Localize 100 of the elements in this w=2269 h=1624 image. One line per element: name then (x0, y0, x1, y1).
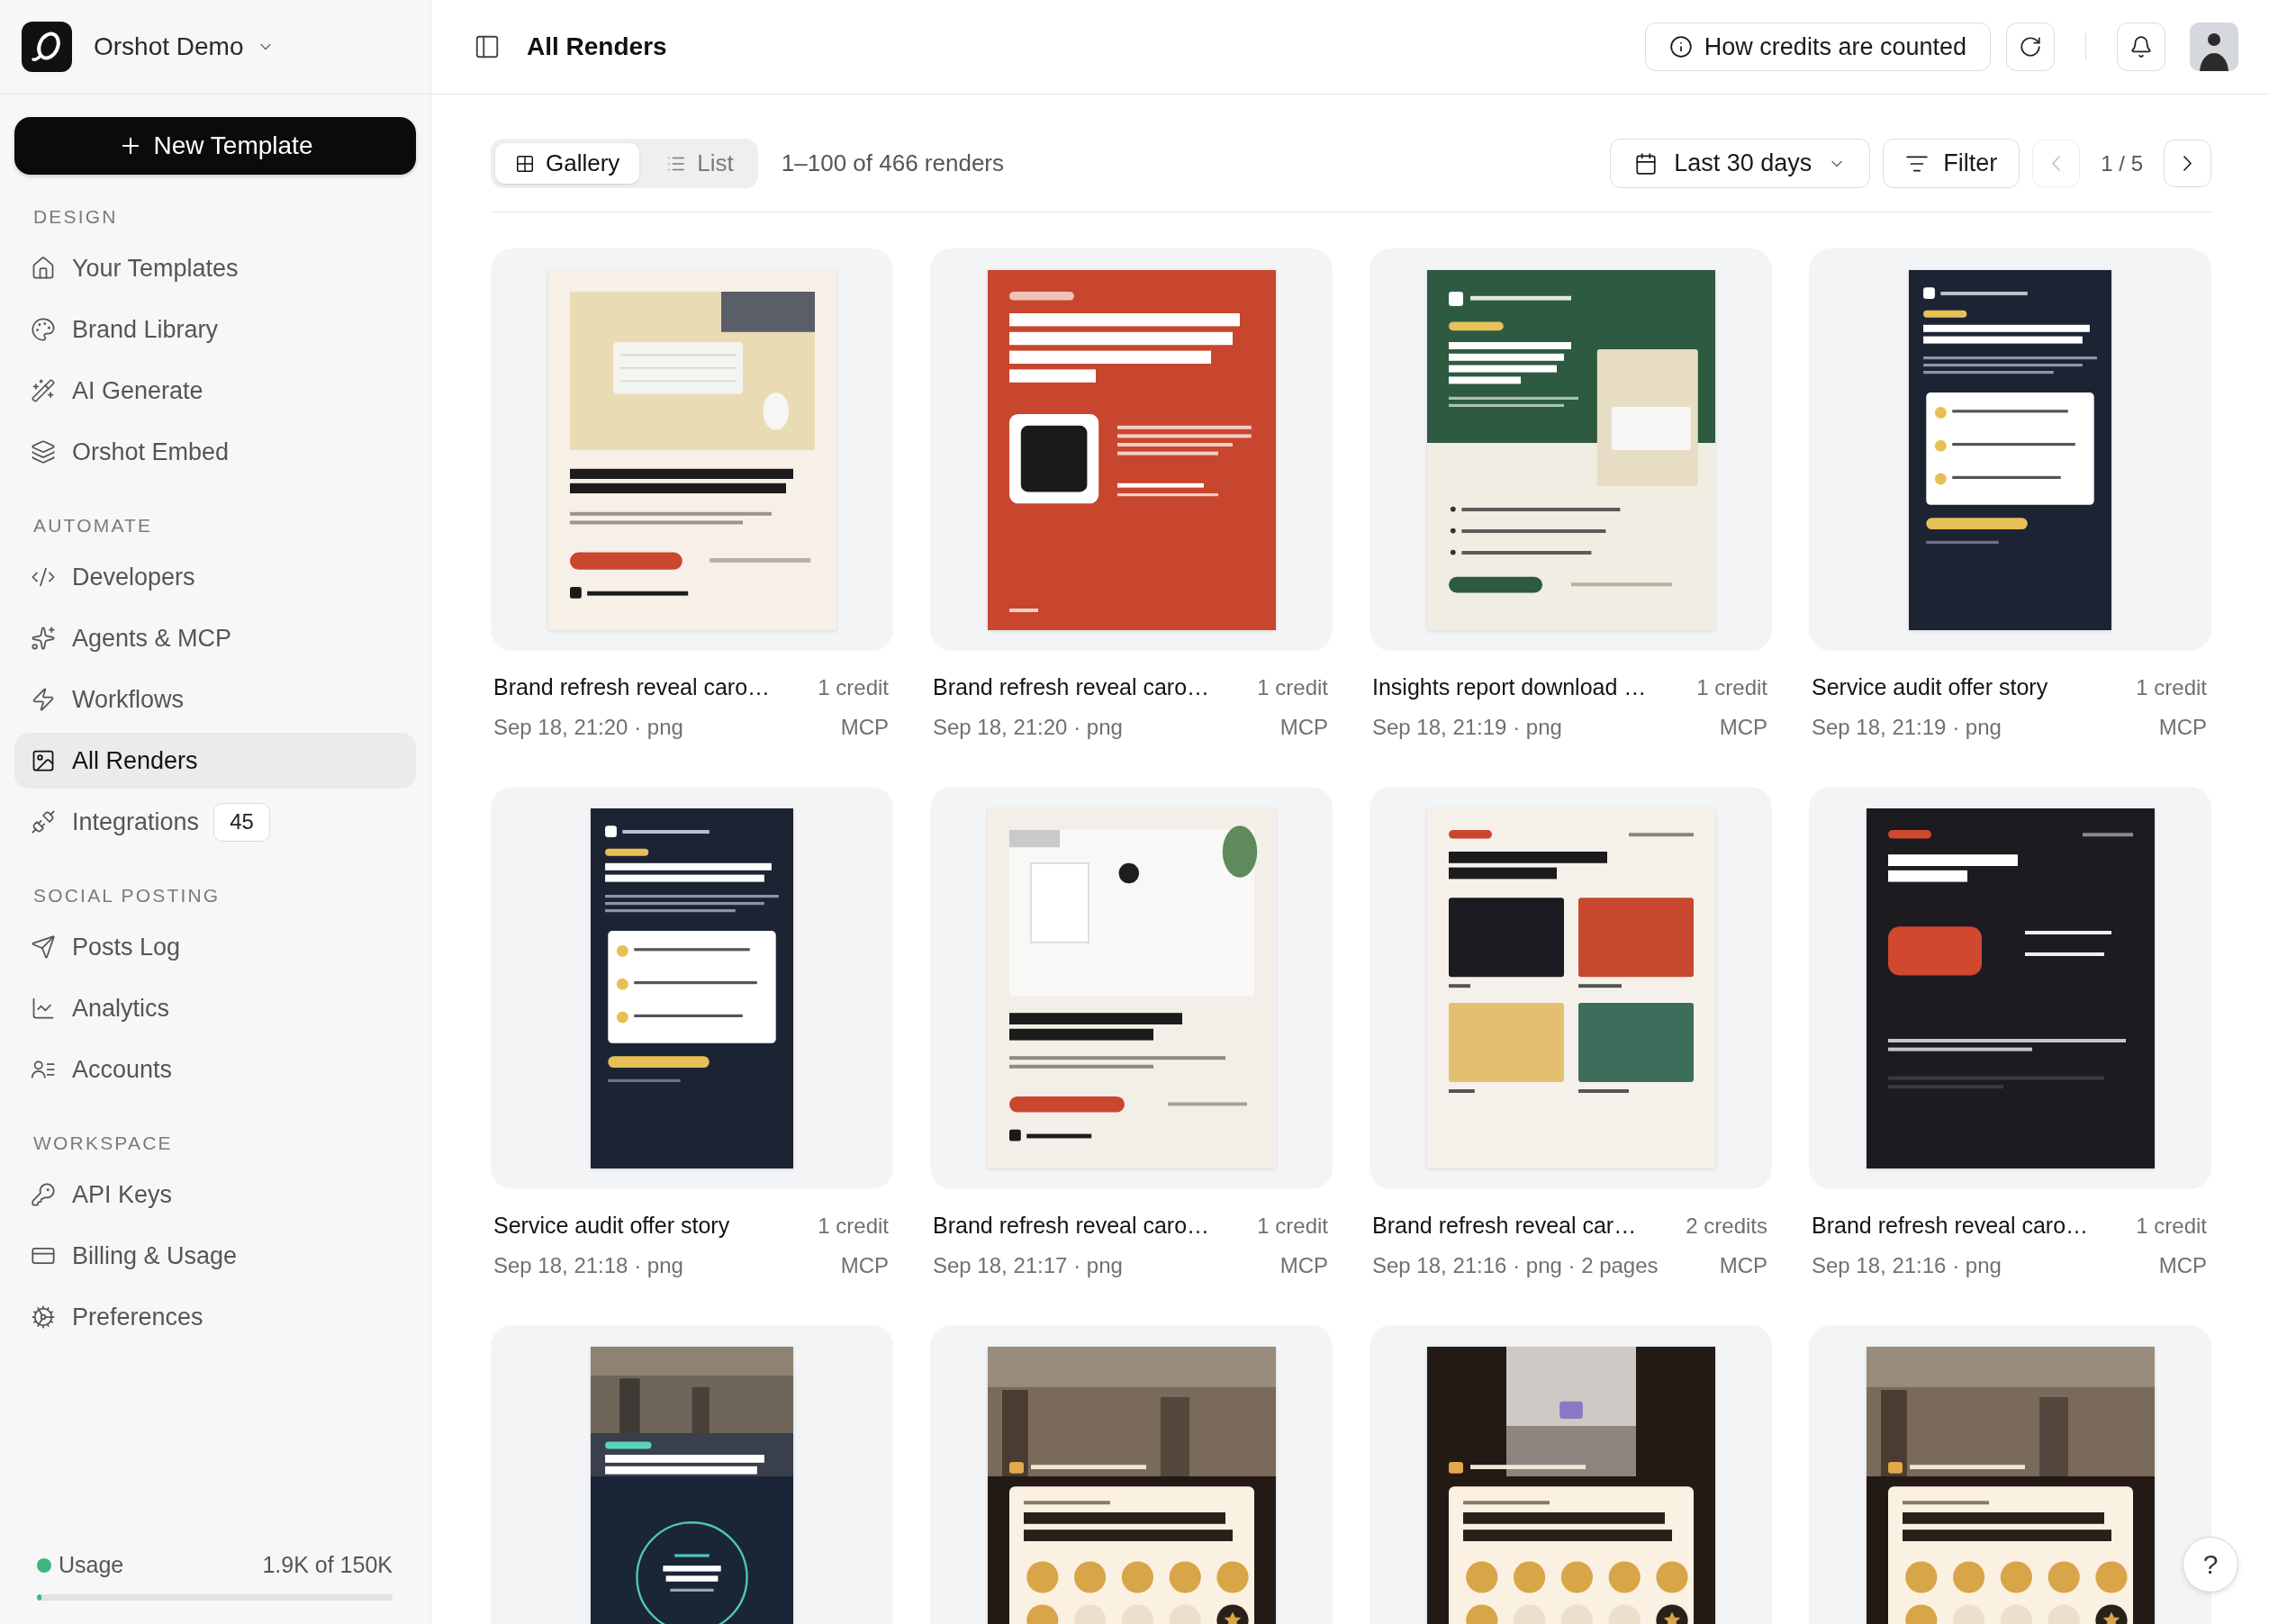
render-tile[interactable] (1370, 787, 1772, 1189)
render-tile[interactable] (1370, 248, 1772, 651)
nav-item[interactable]: Preferences (14, 1289, 416, 1345)
sparkle-icon (31, 626, 56, 651)
render-tile[interactable] (1809, 248, 2211, 651)
nav-item[interactable]: Brand Library (14, 302, 416, 357)
chevron-right-icon (2183, 156, 2192, 171)
nav-item[interactable]: AI Generate (14, 363, 416, 419)
credit-count: 1 credit (2136, 674, 2207, 701)
page-title: All Renders (527, 32, 667, 61)
render-tile[interactable] (491, 787, 893, 1189)
image-icon (31, 748, 56, 773)
render-meta: Sep 18, 21:20 · png (933, 714, 1123, 741)
render-tile[interactable] (930, 1325, 1333, 1624)
render-tile[interactable] (491, 248, 893, 651)
section-heading: WORKSPACE (32, 1132, 174, 1155)
nav-item[interactable]: Your Templates (14, 240, 416, 296)
plug-icon (31, 809, 56, 835)
section-heading: AUTOMATE (32, 514, 154, 537)
nav-item[interactable]: Posts Log (14, 919, 416, 975)
render-meta: Sep 18, 21:20 · png (493, 714, 683, 741)
render-source: MCP (2158, 1252, 2207, 1279)
view-tab[interactable]: List (646, 143, 754, 184)
status-dot-icon (37, 1557, 51, 1573)
render-title: Insights report download … (1372, 673, 1647, 701)
render-title: Brand refresh reveal caro… (493, 673, 771, 701)
sidebar-panel-icon (474, 33, 501, 60)
render-title: Brand refresh reveal car… (1372, 1212, 1637, 1240)
send-icon (31, 934, 56, 960)
palette-icon (31, 317, 56, 342)
chevron-left-icon (2052, 156, 2061, 171)
bell-icon (2129, 35, 2153, 59)
render-count: 1–100 of 466 renders (781, 149, 1005, 177)
render-title: Brand refresh reveal caro… (1812, 1212, 2089, 1240)
render-meta: Sep 18, 21:19 · png (1372, 714, 1562, 741)
refresh-button[interactable] (2006, 23, 2055, 71)
view-tab[interactable]: Gallery (495, 143, 640, 184)
section-heading: SOCIAL POSTING (32, 884, 221, 907)
render-title: Brand refresh reveal caro… (933, 673, 1210, 701)
usage-label: Usage (59, 1552, 124, 1578)
filter-button[interactable]: Filter (1883, 139, 2020, 188)
render-tile[interactable] (1370, 1325, 1772, 1624)
render-meta: Sep 18, 21:18 · png (493, 1252, 683, 1279)
nav-item[interactable]: Workflows (14, 672, 416, 727)
workspace-switcher[interactable]: Orshot Demo (94, 32, 275, 61)
credit-count: 1 credit (818, 1213, 889, 1240)
render-source: MCP (840, 1252, 889, 1279)
render-tile[interactable] (491, 1325, 893, 1624)
page-indicator: 1 / 5 (2101, 150, 2143, 176)
grid-icon (515, 153, 535, 174)
render-source: MCP (1719, 714, 1767, 741)
info-icon (1668, 35, 1693, 59)
logo-icon (22, 22, 72, 72)
nav-item[interactable]: Accounts (14, 1042, 416, 1097)
render-meta: Sep 18, 21:16 · png (1812, 1252, 2002, 1279)
credit-count: 1 credit (818, 674, 889, 701)
key-icon (31, 1182, 56, 1207)
nav-item[interactable]: Billing & Usage (14, 1228, 416, 1284)
nav-item[interactable]: Orshot Embed (14, 424, 416, 480)
render-meta: Sep 18, 21:17 · png (933, 1252, 1123, 1279)
new-template-button[interactable]: New Template (14, 117, 416, 175)
notifications-button[interactable] (2117, 23, 2165, 71)
credit-count: 1 credit (2136, 1213, 2207, 1240)
render-source: MCP (1279, 1252, 1328, 1279)
render-source: MCP (2158, 714, 2207, 741)
calendar-icon (1634, 151, 1659, 176)
nav-item[interactable]: Integrations 45 (14, 794, 416, 850)
nav-item[interactable]: Agents & MCP (14, 610, 416, 666)
avatar-icon[interactable] (2190, 23, 2238, 71)
count-badge: 45 (213, 802, 271, 842)
nav-item[interactable]: Developers (14, 549, 416, 605)
render-tile[interactable] (930, 787, 1333, 1189)
section-heading: DESIGN (32, 205, 119, 229)
render-source: MCP (1719, 1252, 1767, 1279)
gear-icon (31, 1304, 56, 1330)
render-title: Service audit offer story (1812, 673, 2048, 701)
render-meta: Sep 18, 21:16 · png · 2 pages (1372, 1252, 1659, 1279)
nav-item[interactable]: Analytics (14, 980, 416, 1036)
render-source: MCP (1279, 714, 1328, 741)
credit-count: 1 credit (1257, 674, 1328, 701)
lightning-icon (31, 687, 56, 712)
credit-count: 2 credits (1686, 1213, 1767, 1240)
render-source: MCP (840, 714, 889, 741)
render-tile[interactable] (930, 248, 1333, 651)
date-range-dropdown[interactable]: Last 30 days (1610, 139, 1871, 188)
nav-item[interactable]: API Keys (14, 1167, 416, 1223)
render-title: Brand refresh reveal caro… (933, 1212, 1210, 1240)
render-tile[interactable] (1809, 787, 2211, 1189)
usage-reading: 1.9K of 150K (262, 1552, 393, 1578)
refresh-icon (2019, 35, 2042, 59)
sidebar-toggle-button[interactable] (474, 33, 501, 60)
credit-count: 1 credit (1257, 1213, 1328, 1240)
nav-item[interactable]: All Renders (14, 733, 416, 789)
credits-info-button[interactable]: How credits are counted (1644, 23, 1991, 71)
render-meta: Sep 18, 21:19 · png (1812, 714, 2002, 741)
credit-count: 1 credit (1696, 674, 1767, 701)
home-icon (31, 256, 56, 281)
line-chart-icon (31, 996, 56, 1021)
render-title: Service audit offer story (493, 1212, 730, 1240)
layers-icon (31, 439, 56, 465)
